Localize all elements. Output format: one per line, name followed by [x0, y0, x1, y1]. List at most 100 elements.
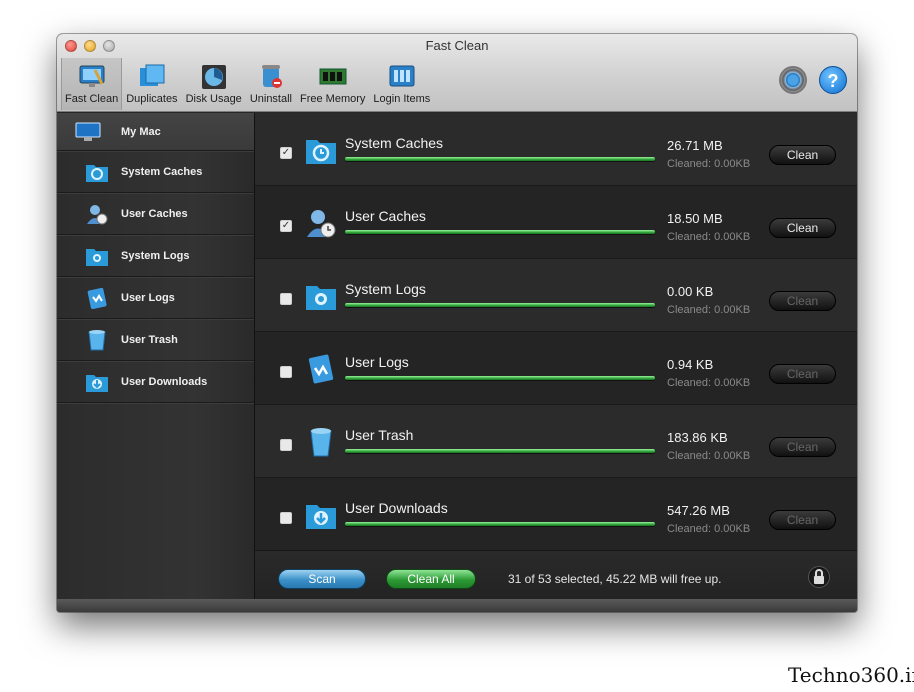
- user-logs-icon: [87, 287, 107, 309]
- help-icon[interactable]: ?: [819, 66, 847, 94]
- clean-button[interactable]: Clean: [769, 145, 836, 165]
- sidebar-item-label: User Downloads: [121, 375, 208, 388]
- clean-button[interactable]: Clean: [769, 510, 836, 530]
- progress-bar: [345, 230, 655, 234]
- progress-bar: [345, 376, 655, 380]
- row-name: User Trash: [345, 427, 414, 443]
- row-checkbox[interactable]: ✓: [280, 147, 292, 159]
- clean-button[interactable]: Clean: [769, 437, 836, 457]
- toolbar-fast-clean-label: Fast Clean: [65, 93, 119, 105]
- clean-all-button[interactable]: Clean All: [386, 569, 476, 589]
- downloads-folder-icon: [86, 374, 108, 392]
- duplicate-files-icon: [139, 64, 165, 86]
- lock-icon: [814, 569, 824, 584]
- list-item: System Logs 0.00 KB Cleaned: 0.00KB Clea…: [255, 259, 857, 332]
- trash-icon: [310, 428, 332, 457]
- scan-button[interactable]: Scan: [278, 569, 366, 589]
- uninstall-icon: [261, 65, 282, 88]
- row-checkbox[interactable]: [280, 293, 292, 305]
- list-item: User Downloads 547.26 MB Cleaned: 0.00KB…: [255, 478, 857, 551]
- sidebar-item-label: System Caches: [121, 165, 203, 178]
- clean-button[interactable]: Clean: [769, 218, 836, 238]
- window-bottom-edge: [57, 599, 857, 612]
- row-cleaned: Cleaned: 0.00KB: [667, 158, 751, 170]
- toolbar-duplicates[interactable]: Duplicates: [122, 58, 181, 110]
- row-checkbox[interactable]: [280, 366, 292, 378]
- system-logs-folder-icon: [86, 248, 108, 266]
- progress-bar: [345, 157, 655, 161]
- row-checkbox[interactable]: [280, 439, 292, 451]
- sidebar-item-user-logs[interactable]: User Logs: [57, 277, 254, 319]
- toolbar-disk-usage[interactable]: Disk Usage: [182, 58, 246, 110]
- row-cleaned: Cleaned: 0.00KB: [667, 304, 751, 316]
- clean-button[interactable]: Clean: [769, 291, 836, 311]
- clean-list: ✓ System Caches 26.71 MB Cleaned: 0.00KB…: [255, 113, 857, 551]
- toolbar-uninstall[interactable]: Uninstall: [246, 58, 296, 110]
- list-item: User Trash 183.86 KB Cleaned: 0.00KB Cle…: [255, 405, 857, 478]
- user-caches-icon: [87, 204, 108, 224]
- sidebar-item-user-trash[interactable]: User Trash: [57, 319, 254, 361]
- list-item: ✓ System Caches 26.71 MB Cleaned: 0.00KB…: [255, 113, 857, 186]
- clean-button[interactable]: Clean: [769, 364, 836, 384]
- row-checkbox[interactable]: [280, 512, 292, 524]
- user-caches-icon: [307, 210, 336, 238]
- system-logs-folder-icon: [306, 286, 336, 310]
- toolbar: Fast Clean Duplicates Disk Usage Uninsta…: [61, 58, 434, 110]
- progress-bar: [345, 303, 655, 307]
- sidebar-item-label: My Mac: [121, 125, 161, 138]
- sidebar-item-label: User Caches: [121, 207, 188, 220]
- title-bar: Fast Clean Fast Clean Duplicates Disk Us…: [57, 34, 857, 112]
- toolbar-duplicates-label: Duplicates: [126, 93, 178, 105]
- disk-usage-icon: [201, 65, 226, 89]
- row-size: 0.00 KB: [667, 284, 714, 299]
- row-size: 183.86 KB: [667, 430, 728, 445]
- toolbar-uninstall-label: Uninstall: [249, 93, 292, 105]
- sidebar-item-system-caches[interactable]: System Caches: [57, 151, 254, 193]
- selection-status: 31 of 53 selected, 45.22 MB will free up…: [508, 572, 722, 586]
- row-name: System Caches: [345, 135, 444, 151]
- memory-chip-icon: [319, 68, 347, 85]
- monitor-broom-icon: [79, 65, 105, 87]
- sidebar-item-user-caches[interactable]: User Caches: [57, 193, 254, 235]
- row-name: System Logs: [345, 281, 426, 297]
- row-size: 26.71 MB: [667, 138, 723, 153]
- user-logs-icon: [308, 354, 334, 384]
- footer-bar: Scan Clean All 31 of 53 selected, 45.22 …: [255, 550, 857, 599]
- row-name: User Logs: [345, 354, 409, 370]
- toolbar-login-items[interactable]: Login Items: [369, 58, 434, 110]
- row-cleaned: Cleaned: 0.00KB: [667, 377, 751, 389]
- row-cleaned: Cleaned: 0.00KB: [667, 523, 751, 535]
- downloads-folder-icon: [306, 505, 336, 529]
- list-item: ✓ User Caches 18.50 MB Cleaned: 0.00KB C…: [255, 186, 857, 259]
- sidebar-item-system-logs[interactable]: System Logs: [57, 235, 254, 277]
- lock-icon[interactable]: [808, 566, 830, 588]
- watermark: Techno360.in: [788, 663, 914, 687]
- sidebar-item-my-mac[interactable]: My Mac: [57, 113, 254, 151]
- trash-icon: [88, 329, 106, 350]
- toolbar-fast-clean[interactable]: Fast Clean: [61, 58, 123, 110]
- toolbar-right-actions: ?: [779, 66, 847, 94]
- toolbar-login-items-label: Login Items: [373, 93, 431, 105]
- app-window: Fast Clean Fast Clean Duplicates Disk Us…: [57, 34, 857, 612]
- toolbar-free-memory[interactable]: Free Memory: [296, 58, 369, 110]
- mac-monitor-icon: [75, 122, 101, 141]
- system-caches-folder-icon: [306, 140, 336, 164]
- row-size: 0.94 KB: [667, 357, 714, 372]
- sidebar-item-label: System Logs: [121, 249, 190, 262]
- sidebar-item-user-downloads[interactable]: User Downloads: [57, 361, 254, 403]
- row-name: User Caches: [345, 208, 426, 224]
- gear-icon[interactable]: [779, 66, 807, 94]
- sidebar-item-label: User Logs: [121, 291, 175, 304]
- login-items-icon: [389, 65, 415, 87]
- toolbar-free-memory-label: Free Memory: [300, 93, 366, 105]
- row-cleaned: Cleaned: 0.00KB: [667, 450, 751, 462]
- progress-bar: [345, 449, 655, 453]
- toolbar-disk-usage-label: Disk Usage: [185, 93, 242, 105]
- row-name: User Downloads: [345, 500, 448, 516]
- row-checkbox[interactable]: ✓: [280, 220, 292, 232]
- system-caches-folder-icon: [86, 164, 108, 182]
- list-item: User Logs 0.94 KB Cleaned: 0.00KB Clean: [255, 332, 857, 405]
- sidebar-item-label: User Trash: [121, 333, 178, 346]
- progress-bar: [345, 522, 655, 526]
- sidebar: My Mac System Caches User Caches System …: [57, 113, 255, 599]
